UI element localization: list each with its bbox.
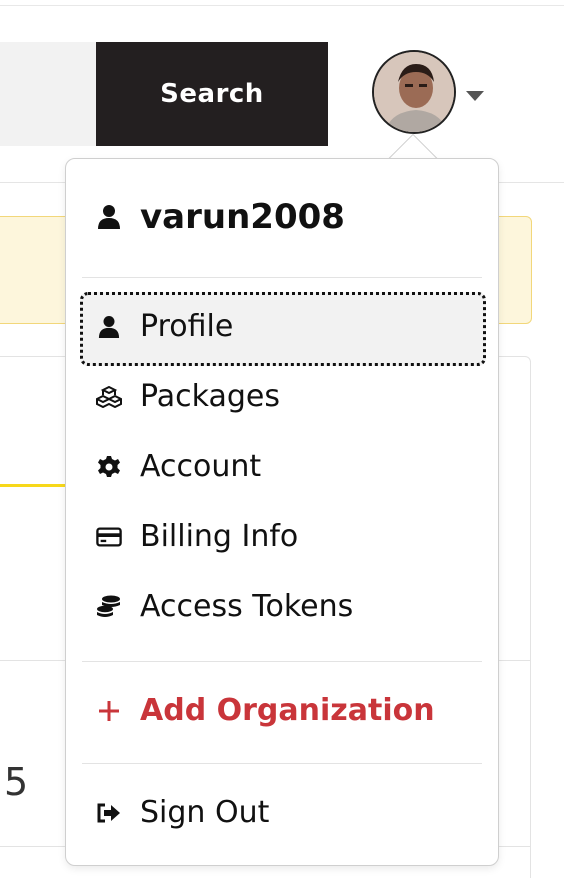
menu-item-label: Account [140,449,262,484]
top-divider [0,5,564,6]
menu-item-account[interactable]: Account [96,449,261,484]
user-avatar-image [374,52,454,132]
credit-card-icon [96,524,122,550]
page: Search 5 varun2008 Profile Packages Acco… [0,0,564,878]
cubes-icon [96,384,122,410]
user-icon [96,314,122,340]
add-organization-label: Add Organization [140,693,435,728]
sign-out-button[interactable]: Sign Out [96,795,269,830]
gear-icon [96,454,122,480]
menu-item-access-tokens[interactable]: Access Tokens [96,589,353,624]
dropdown-pointer [383,128,441,160]
menu-item-label: Billing Info [140,519,299,554]
plus-icon [96,698,122,724]
search-input[interactable] [0,42,96,146]
menu-item-profile[interactable]: Profile [96,309,233,344]
user-icon [96,204,122,230]
avatar[interactable] [372,50,456,134]
user-dropdown-menu: varun2008 Profile Packages Account Billi… [65,158,499,866]
menu-item-billing-info[interactable]: Billing Info [96,519,298,554]
stat-value: 5 [4,760,29,804]
active-tab-indicator [0,484,70,487]
menu-item-packages[interactable]: Packages [96,379,280,414]
add-organization-button[interactable]: Add Organization [96,693,435,728]
search-button[interactable]: Search [96,42,328,146]
menu-item-label: Profile [140,309,234,344]
username-label: varun2008 [140,197,345,237]
menu-divider [82,763,482,764]
sign-out-label: Sign Out [140,795,270,830]
menu-divider [82,661,482,662]
site-header: Search [0,0,564,183]
dropdown-username: varun2008 [96,197,345,237]
menu-item-label: Access Tokens [140,589,354,624]
caret-down-icon[interactable] [466,91,484,101]
coins-icon [96,594,122,620]
menu-item-label: Packages [140,379,280,414]
menu-divider [82,277,482,278]
sign-out-icon [96,800,122,826]
